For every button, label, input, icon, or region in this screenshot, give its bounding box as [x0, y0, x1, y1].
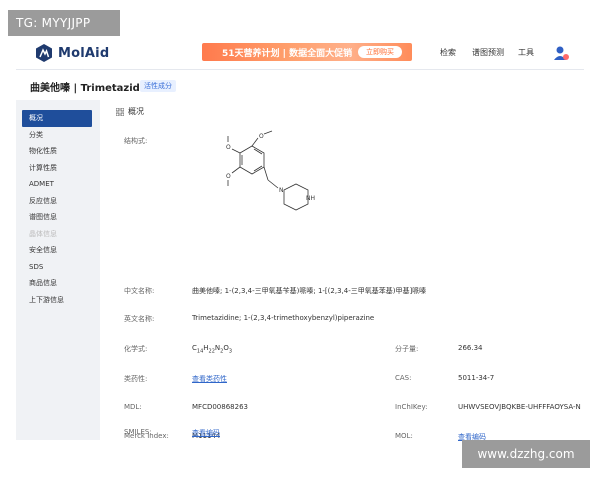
druglikeness-link[interactable]: 查看类药性 — [192, 374, 227, 384]
section-heading-text: 概况 — [128, 107, 144, 116]
chemical-structure-image: O O O N NH — [226, 130, 315, 211]
svg-text:O: O — [226, 173, 231, 180]
top-header: MolAid 51天营养计划 | 数据全面大促销 立即购买 检索 谱图预测 工具 — [16, 36, 584, 70]
molaid-logo-icon — [36, 44, 52, 62]
section-heading: 概况 — [116, 106, 144, 117]
logo[interactable]: MolAid — [34, 43, 109, 63]
svg-text:NH: NH — [306, 195, 315, 202]
nav-search[interactable]: 检索 — [440, 47, 456, 58]
nav-spectrum-prediction[interactable]: 谱图预测 — [472, 47, 504, 58]
sidebar-item-computed[interactable]: 计算性质 — [22, 160, 92, 177]
sidebar-item-products[interactable]: 商品信息 — [22, 275, 92, 292]
druglikeness-label: 类药性: — [124, 375, 148, 383]
structure-label: 结构式: — [124, 137, 148, 145]
svg-text:O: O — [259, 133, 264, 140]
cas-label: CAS: — [395, 374, 412, 382]
sidebar-item-spectra[interactable]: 谱图信息 — [22, 209, 92, 226]
watermark-bottom-right: www.dzzhg.com — [462, 440, 590, 468]
sidebar-item-reactions[interactable]: 反应信息 — [22, 193, 92, 210]
active-ingredient-badge: 活性成分 — [140, 80, 176, 92]
mdl-value: MFCD00868263 — [192, 403, 248, 411]
mw-value: 266.34 — [458, 344, 483, 352]
banner-button[interactable]: 立即购买 — [358, 46, 402, 58]
overview-card: 概况 结构式: O O O N NH 中文名称: 曲美他嗪; 1-(2,3,4-… — [100, 98, 584, 441]
page-background: MolAid 51天营养计划 | 数据全面大促销 立即购买 检索 谱图预测 工具… — [16, 36, 584, 441]
sidebar-item-crystal[interactable]: 晶体信息 — [22, 226, 92, 243]
logo-text: MolAid — [58, 45, 110, 61]
promo-banner[interactable]: 51天营养计划 | 数据全面大促销 立即购买 — [202, 43, 412, 61]
smiles-link[interactable]: 查看编码 — [192, 428, 220, 438]
sidebar-item-upstream-downstream[interactable]: 上下游信息 — [22, 292, 92, 309]
mol-label: MOL: — [395, 432, 413, 440]
cn-name-label: 中文名称: — [124, 287, 155, 295]
formula-value: C14H22N2O3 — [192, 344, 233, 355]
inchikey-label: InChIKey: — [395, 403, 428, 411]
page-title: 曲美他嗪 | Trimetazidine — [30, 83, 158, 94]
smiles-label: SMILES: — [124, 428, 152, 436]
compound-titlebar: 曲美他嗪 | Trimetazidine 活性成分 — [16, 70, 584, 100]
en-name-label: 英文名称: — [124, 315, 155, 323]
sidebar-item-safety[interactable]: 安全信息 — [22, 242, 92, 259]
mw-label: 分子量: — [395, 345, 419, 353]
watermark-top-left: TG: MYYJJPP — [8, 10, 120, 36]
sidebar-item-sds[interactable]: SDS — [22, 259, 92, 276]
mdl-label: MDL: — [124, 403, 142, 411]
en-name-value: Trimetazidine; 1-(2,3,4-trimethoxybenzyl… — [192, 314, 375, 322]
cas-value: 5011-34-7 — [458, 374, 495, 382]
inchikey-value: UHWVSEOVJBQKBE-UHFFFAOYSA-N — [458, 403, 581, 411]
sidebar-item-classification[interactable]: 分类 — [22, 127, 92, 144]
cn-name-value: 曲美他嗪; 1-(2,3,4-三甲氧基苄基)哌嗪; 1-[(2,3,4-三甲氧基… — [192, 287, 427, 295]
svg-text:O: O — [226, 144, 231, 151]
grid-icon — [116, 107, 124, 116]
user-icon[interactable] — [552, 44, 570, 62]
sidebar-item-admet[interactable]: ADMET — [22, 176, 92, 193]
banner-text: 51天营养计划 | 数据全面大促销 — [222, 49, 353, 59]
sidebar-item-physchem[interactable]: 物化性质 — [22, 143, 92, 160]
sidebar-nav: 概况 分类 物化性质 计算性质 ADMET 反应信息 谱图信息 晶体信息 安全信… — [22, 110, 92, 308]
svg-text:N: N — [279, 187, 284, 194]
formula-label: 化学式: — [124, 345, 148, 353]
sidebar-item-overview[interactable]: 概况 — [22, 110, 92, 127]
nav-tools[interactable]: 工具 — [518, 47, 534, 58]
